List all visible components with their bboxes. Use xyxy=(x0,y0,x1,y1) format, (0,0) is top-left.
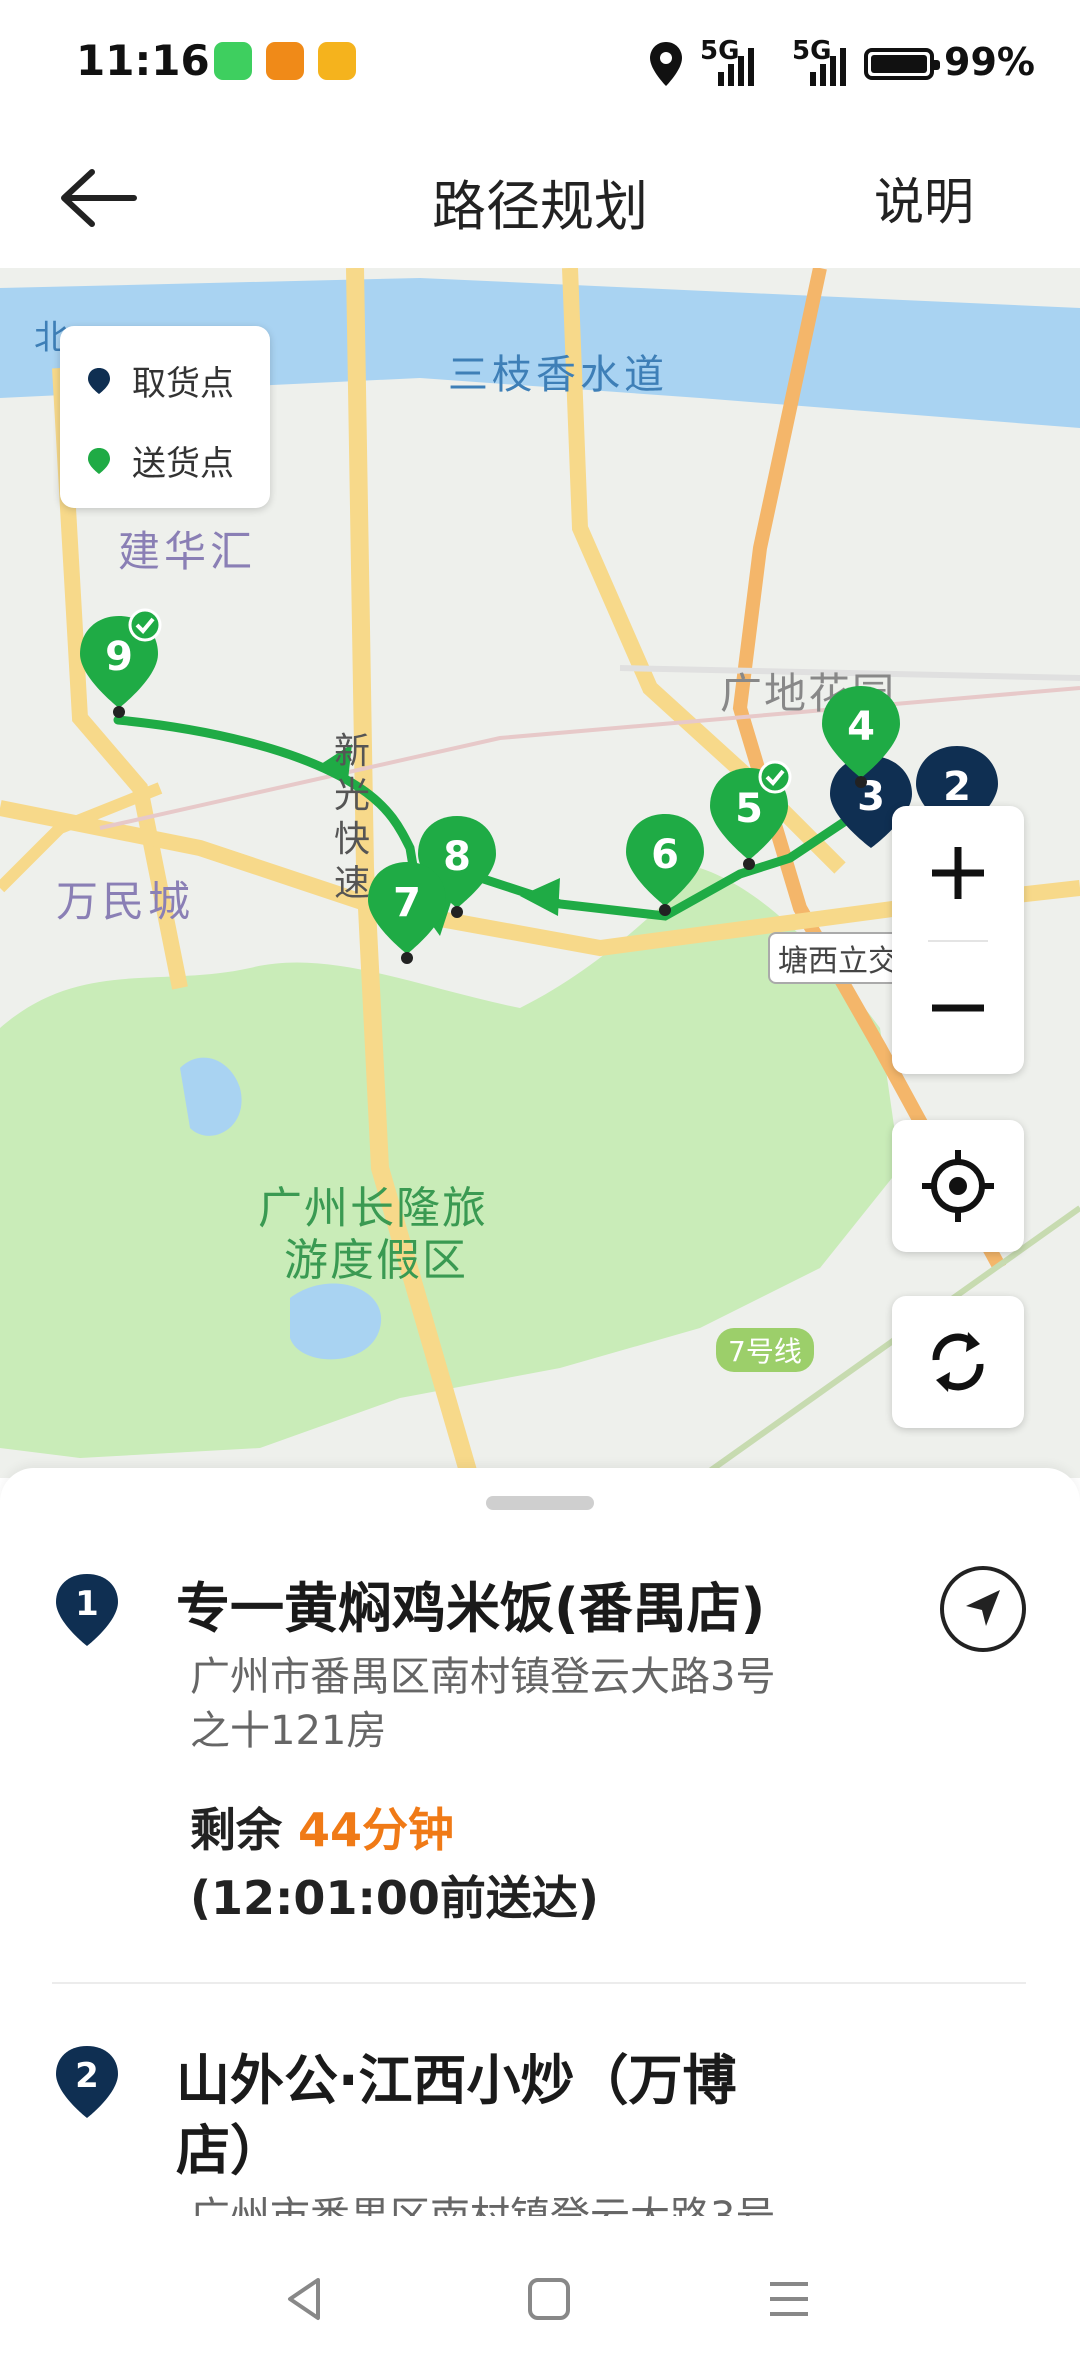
legend-pickup: 取货点 xyxy=(86,356,234,405)
legend-delivery: 送货点 xyxy=(86,436,234,485)
battery-percent: 99% xyxy=(944,40,1035,84)
order-1-address-line2: 之十121房 xyxy=(190,1708,387,1754)
navigation-arrow-icon xyxy=(966,1590,1000,1626)
map-label-wanmincheng: 万民城 xyxy=(56,877,195,926)
refresh-icon xyxy=(932,1332,984,1392)
order-number: 2 xyxy=(75,2056,99,2096)
order-1-store-name: 专一黄焖鸡米饭(番禺店) xyxy=(176,1577,766,1640)
marker-number: 2 xyxy=(943,764,971,810)
status-bar: 11:16 5G 5G 99% xyxy=(0,0,1080,130)
route-marker-4[interactable]: 4 xyxy=(818,678,904,798)
status-time: 11:16 xyxy=(76,36,210,85)
remaining-label: 剩余 xyxy=(190,1803,282,1857)
marker-number: 7 xyxy=(393,880,421,926)
order-1-navigate-button[interactable] xyxy=(940,1566,1026,1652)
sheet-drag-handle[interactable] xyxy=(486,1496,594,1510)
messages-app-icon xyxy=(214,42,252,80)
check-icon xyxy=(128,608,162,642)
marker-number: 6 xyxy=(651,832,679,878)
order-2-store-name-line2: 店） xyxy=(176,2119,284,2182)
order-divider xyxy=(52,1982,1026,1984)
battery-icon xyxy=(864,48,940,80)
marker-number: 4 xyxy=(847,704,875,750)
signal-2-icon xyxy=(810,48,846,86)
pickup-dot-icon xyxy=(88,367,110,394)
route-marker-9[interactable]: 9 xyxy=(76,608,162,728)
plus-icon xyxy=(932,847,984,899)
map-label-jianhuahui: 建华汇 xyxy=(118,527,257,576)
map-label-tangxi: 塘西立交 xyxy=(768,932,908,984)
order-1-remaining: 剩余 44分钟 xyxy=(190,1794,454,1860)
map-label-river: 三枝香水道 xyxy=(448,352,668,398)
zoom-controls xyxy=(892,806,1024,1074)
map-label-park-2: 游度假区 xyxy=(284,1235,468,1286)
system-back-icon[interactable] xyxy=(280,2274,330,2324)
route-marker-7[interactable]: 7 xyxy=(364,854,450,974)
system-home-icon[interactable] xyxy=(524,2274,574,2324)
explain-button[interactable]: 说明 xyxy=(874,162,974,234)
remaining-value: 44分钟 xyxy=(298,1803,455,1857)
route-marker-6[interactable]: 6 xyxy=(622,806,708,926)
order-number: 1 xyxy=(75,1584,99,1624)
delivery-app-icon xyxy=(318,42,356,80)
legend-pickup-label: 取货点 xyxy=(132,364,234,404)
locate-button[interactable] xyxy=(892,1120,1024,1252)
refresh-button[interactable] xyxy=(892,1296,1024,1428)
order-1-badge: 1 xyxy=(52,1570,122,1650)
order-2-badge: 2 xyxy=(52,2042,122,2122)
map-legend: 取货点 送货点 xyxy=(60,326,270,508)
order-1-address-line1: 广州市番禺区南村镇登云大路3号 xyxy=(190,1654,776,1700)
zoom-out-button[interactable] xyxy=(892,942,1024,1074)
zoom-in-button[interactable] xyxy=(892,806,1024,940)
location-icon xyxy=(650,42,682,86)
order-2-store-name-line1: 山外公·江西小炒（万博 xyxy=(176,2049,737,2112)
minus-icon xyxy=(932,1004,984,1012)
signal-1-icon xyxy=(718,48,754,86)
system-nav-bar xyxy=(0,2216,1080,2376)
store-app-icon xyxy=(266,42,304,80)
system-menu-icon[interactable] xyxy=(764,2274,814,2324)
legend-delivery-label: 送货点 xyxy=(132,444,234,484)
delivery-dot-icon xyxy=(88,447,110,474)
order-1-deadline: (12:01:00前送达) xyxy=(190,1871,599,1925)
locate-icon xyxy=(922,1150,994,1222)
check-icon xyxy=(758,760,792,794)
metro-line-badge: 7号线 xyxy=(716,1328,814,1372)
route-marker-5[interactable]: 5 xyxy=(706,760,792,880)
